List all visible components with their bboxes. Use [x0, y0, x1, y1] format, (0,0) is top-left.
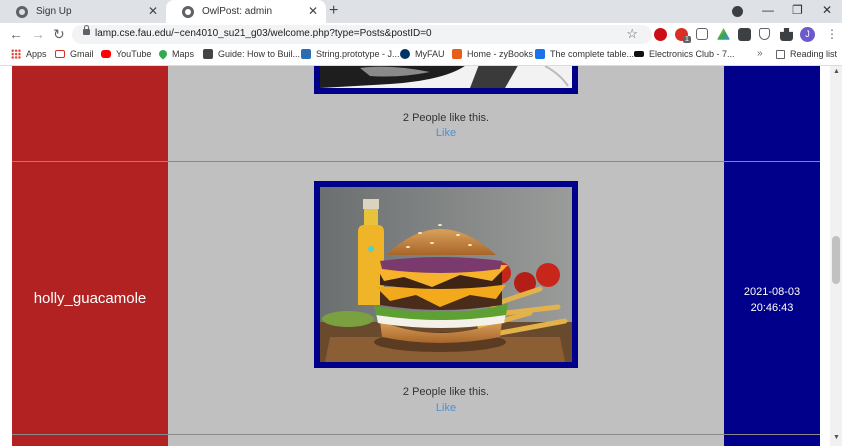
- reload-button[interactable]: ↻: [53, 26, 65, 43]
- google-drive-icon[interactable]: [717, 28, 730, 40]
- bookmark-apps[interactable]: Apps: [11, 49, 47, 59]
- lock-icon: [83, 25, 90, 35]
- globe-icon: [16, 5, 28, 18]
- tab-title: Sign Up: [36, 6, 72, 17]
- like-link[interactable]: Like: [168, 127, 724, 139]
- more-bookmarks-icon[interactable]: »: [757, 48, 763, 59]
- bookmark-maps[interactable]: Maps: [157, 48, 195, 60]
- row-divider: [12, 434, 820, 435]
- burger-photo: [320, 187, 572, 362]
- post-likes-text: 2 People like this.: [402, 386, 490, 398]
- bookmark-electronics-club[interactable]: Electronics Club - 7...: [634, 49, 735, 59]
- extension-badge-count: 1: [683, 36, 691, 43]
- extensions-puzzle-icon[interactable]: [780, 28, 793, 41]
- guide-icon: [203, 49, 213, 59]
- bookmark-reading-list[interactable]: Reading list: [776, 49, 837, 59]
- post-likes-text: 2 People like this.: [402, 112, 490, 124]
- opera-extension-icon[interactable]: [654, 28, 667, 41]
- bookmark-complete-table[interactable]: The complete table...: [535, 49, 634, 59]
- gmail-icon: [55, 50, 65, 58]
- bookmark-label: MyFAU: [415, 49, 445, 59]
- row-divider: [12, 161, 820, 162]
- bookmark-string-prototype[interactable]: String.prototype - J...: [301, 49, 400, 59]
- date-column: [724, 66, 820, 446]
- bookmark-label: YouTube: [116, 49, 152, 59]
- post-image-frame: [314, 181, 578, 368]
- browser-menu-icon[interactable]: ⋮: [826, 27, 838, 41]
- post-date-time: 20:46:43: [750, 302, 794, 314]
- myfau-icon: [400, 49, 410, 59]
- tab-owlpost-admin[interactable]: OwlPost: admin ✕: [166, 0, 326, 23]
- post-date-day: 2021-08-03: [743, 286, 801, 298]
- bookmark-label: Reading list: [790, 49, 838, 59]
- tab-strip: Sign Up ✕ OwlPost: admin ✕ + — ❐ ✕: [0, 0, 842, 23]
- bookmark-label: String.prototype - J...: [316, 49, 400, 59]
- bookmark-label: Maps: [172, 49, 195, 59]
- post-date: 2021-08-03 20:46:43: [724, 284, 820, 316]
- profile-avatar[interactable]: J: [800, 27, 815, 42]
- close-tab-icon[interactable]: ✕: [148, 4, 158, 18]
- tab-title: OwlPost: admin: [202, 6, 273, 17]
- bookmark-guide[interactable]: Guide: How to Buil...: [203, 49, 300, 59]
- scrollbar-thumb[interactable]: [832, 236, 840, 284]
- bookmark-label: Electronics Club - 7...: [649, 49, 735, 59]
- username-column: [12, 66, 168, 446]
- bookmark-label: Gmail: [70, 49, 94, 59]
- post-image: [320, 66, 572, 88]
- zybooks-icon: [452, 49, 462, 59]
- globe-icon: [182, 5, 194, 18]
- post-image-frame: [314, 66, 578, 94]
- url-text: lamp.cse.fau.edu/~cen4010_su21_g03/welco…: [95, 28, 432, 39]
- post-username[interactable]: holly_guacamole: [12, 290, 168, 307]
- mdn-icon: [301, 49, 311, 59]
- tab-sign-up[interactable]: Sign Up ✕: [0, 0, 166, 23]
- club-icon: [634, 51, 644, 57]
- restore-button[interactable]: ❐: [792, 3, 803, 17]
- bookmark-star-icon[interactable]: ☆: [626, 26, 638, 42]
- youtube-icon: [101, 50, 111, 58]
- scroll-up-icon[interactable]: ▲: [833, 68, 840, 75]
- scroll-down-icon[interactable]: ▼: [833, 434, 840, 441]
- page-content: 2 People like this. Like holly_guacamole: [0, 66, 830, 446]
- address-bar[interactable]: lamp.cse.fau.edu/~cen4010_su21_g03/welco…: [72, 25, 652, 44]
- minimize-button[interactable]: —: [762, 3, 774, 17]
- apps-grid-icon: [11, 49, 21, 59]
- post-image-photo: [320, 66, 572, 88]
- bookmark-label: Guide: How to Buil...: [218, 49, 301, 59]
- copy-extension-icon[interactable]: [738, 28, 751, 41]
- bookmark-icon: [535, 49, 545, 59]
- bookmarks-bar: Apps Gmail YouTube Maps Guide: How to Bu…: [0, 46, 842, 66]
- post-image: [320, 187, 572, 362]
- like-link[interactable]: Like: [168, 402, 724, 414]
- screenshot-extension-icon[interactable]: [696, 28, 708, 40]
- back-button[interactable]: ←: [9, 26, 23, 42]
- bookmark-myfau[interactable]: MyFAU: [400, 49, 445, 59]
- bookmark-youtube[interactable]: YouTube: [101, 49, 151, 59]
- shield-extension-icon[interactable]: [759, 28, 770, 40]
- close-window-button[interactable]: ✕: [822, 3, 832, 17]
- bookmark-zybooks[interactable]: Home - zyBooks: [452, 49, 533, 59]
- browser-toolbar: ← → ↻ lamp.cse.fau.edu/~cen4010_su21_g03…: [0, 23, 842, 46]
- bookmark-label: Apps: [26, 49, 47, 59]
- tab-search-icon[interactable]: [732, 6, 743, 17]
- page-scrollbar[interactable]: ▲ ▼: [830, 66, 842, 446]
- forward-button[interactable]: →: [31, 26, 45, 42]
- close-tab-icon[interactable]: ✕: [308, 4, 318, 18]
- bookmark-label: The complete table...: [550, 49, 635, 59]
- reading-list-icon: [776, 49, 785, 59]
- maps-icon: [157, 48, 169, 60]
- bookmark-gmail[interactable]: Gmail: [55, 49, 94, 59]
- bookmark-label: Home - zyBooks: [467, 49, 534, 59]
- new-tab-button[interactable]: +: [329, 2, 338, 20]
